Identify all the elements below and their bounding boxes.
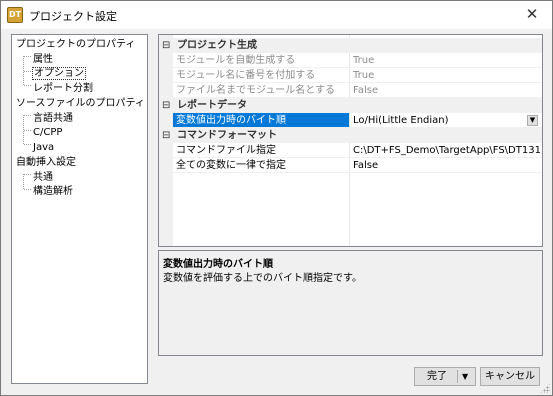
tree-item-label: レポート分割 <box>33 83 93 94</box>
category-label: レポートデータ <box>177 100 247 111</box>
description-panel: 変数値出力時のバイト順 変数値を評価する上でのバイト順指定です。 <box>158 250 543 356</box>
property-value[interactable]: True <box>353 68 540 83</box>
tree-item-source-file-properties[interactable]: ソースファイルのプロパティ <box>15 97 146 111</box>
description-body: 変数値を評価する上でのバイト順指定です。 <box>163 273 362 284</box>
window-title: プロジェクト設定 <box>29 10 117 23</box>
property-row[interactable]: モジュールを自動生成する True <box>159 53 542 68</box>
tree-connector <box>24 189 31 190</box>
tree-item-report-split[interactable]: レポート分割 <box>32 82 94 96</box>
tree-item-label: 自動挿入設定 <box>16 157 76 168</box>
category-report-data[interactable]: ⊟ レポートデータ <box>159 98 542 113</box>
tree-item-label: Java <box>33 142 55 153</box>
tree-item-label: オプション <box>32 67 86 80</box>
category-label: コマンドフォーマット <box>177 130 277 141</box>
property-grid[interactable]: ⊟ プロジェクト生成 モジュールを自動生成する True モジュール名に番号を付… <box>158 34 543 247</box>
title-bar[interactable]: DT プロジェクト設定 ✕ <box>1 1 552 29</box>
chevron-down-icon[interactable]: ▼ <box>527 115 538 126</box>
collapse-icon[interactable]: ⊟ <box>162 98 172 113</box>
property-name: モジュールを自動生成する <box>176 55 296 66</box>
tree-item-label: プロジェクトのプロパティ <box>16 39 136 50</box>
category-command-format[interactable]: ⊟ コマンドフォーマット <box>159 128 542 143</box>
tree-item-project-properties[interactable]: プロジェクトのプロパティ <box>15 38 136 52</box>
property-row[interactable]: 全ての変数に一律で指定 False <box>159 158 542 173</box>
settings-tree[interactable]: プロジェクトのプロパティ 属性 オプション レポート分割 ソースファイルのプロパ… <box>11 34 148 384</box>
description-title: 変数値出力時のバイト順 <box>163 259 273 270</box>
tree-connector <box>24 174 31 175</box>
collapse-icon[interactable]: ⊟ <box>162 38 172 53</box>
collapse-icon[interactable]: ⊟ <box>162 128 172 143</box>
tree-item-label: 構造解析 <box>33 186 73 197</box>
tree-connector <box>24 115 31 116</box>
tree-item-structure-analysis[interactable]: 構造解析 <box>32 185 74 199</box>
property-row-selected[interactable]: 変数値出力時のバイト順 Lo/Hi(Little Endian) ▼ <box>159 113 542 128</box>
tree-item-java[interactable]: Java <box>32 141 55 155</box>
tree-connector <box>24 56 31 57</box>
property-value[interactable]: False <box>353 158 540 173</box>
tree-connector <box>23 174 24 189</box>
project-settings-dialog: DT プロジェクト設定 ✕ プロジェクトのプロパティ 属性 オプション レポート… <box>0 0 553 396</box>
property-value[interactable]: C:\DT+FS_Demo\TargetApp\FS\DT1310_CR_ <box>353 143 540 158</box>
tree-item-label: 属性 <box>33 54 53 65</box>
tree-connector <box>24 144 31 145</box>
property-row[interactable]: ファイル名までモジュール名とする False <box>159 83 542 98</box>
property-value[interactable]: True <box>353 53 540 68</box>
tree-item-label: ソースファイルのプロパティ <box>16 98 145 109</box>
property-row[interactable]: モジュール名に番号を付加する True <box>159 68 542 83</box>
finish-button[interactable]: 完了 ▼ <box>414 367 476 386</box>
category-project-generation[interactable]: ⊟ プロジェクト生成 <box>159 38 542 53</box>
property-value[interactable]: False <box>353 83 540 98</box>
tree-item-attributes[interactable]: 属性 <box>32 53 54 67</box>
byte-order-select[interactable]: Lo/Hi(Little Endian) <box>353 113 540 128</box>
close-icon[interactable]: ✕ <box>512 1 552 29</box>
tree-connector <box>24 85 31 86</box>
tree-connector <box>24 71 31 72</box>
chevron-down-icon[interactable]: ▼ <box>462 368 468 385</box>
app-icon: DT <box>7 7 23 23</box>
property-name: 全ての変数に一律で指定 <box>176 160 286 171</box>
property-row[interactable]: コマンドファイル指定 C:\DT+FS_Demo\TargetApp\FS\DT… <box>159 143 542 158</box>
property-name: コマンドファイル指定 <box>176 145 276 156</box>
category-label: プロジェクト生成 <box>177 40 257 51</box>
finish-button-label: 完了 <box>427 371 447 382</box>
cancel-button[interactable]: キャンセル <box>480 367 540 386</box>
resize-grip-icon[interactable] <box>540 383 550 393</box>
property-name: モジュール名に番号を付加する <box>176 70 316 81</box>
tree-item-language-common[interactable]: 言語共通 <box>32 112 74 126</box>
property-name: 変数値出力時のバイト順 <box>173 113 349 128</box>
tree-connector <box>24 130 31 131</box>
tree-item-options[interactable]: オプション <box>32 67 86 81</box>
tree-item-label: 共通 <box>33 172 53 183</box>
tree-item-c-cpp[interactable]: C/CPP <box>32 126 63 140</box>
property-name: ファイル名までモジュール名とする <box>176 85 335 96</box>
tree-item-common[interactable]: 共通 <box>32 171 54 185</box>
tree-item-auto-insert-settings[interactable]: 自動挿入設定 <box>15 156 77 170</box>
tree-item-label: C/CPP <box>33 127 63 138</box>
tree-item-label: 言語共通 <box>33 113 73 124</box>
